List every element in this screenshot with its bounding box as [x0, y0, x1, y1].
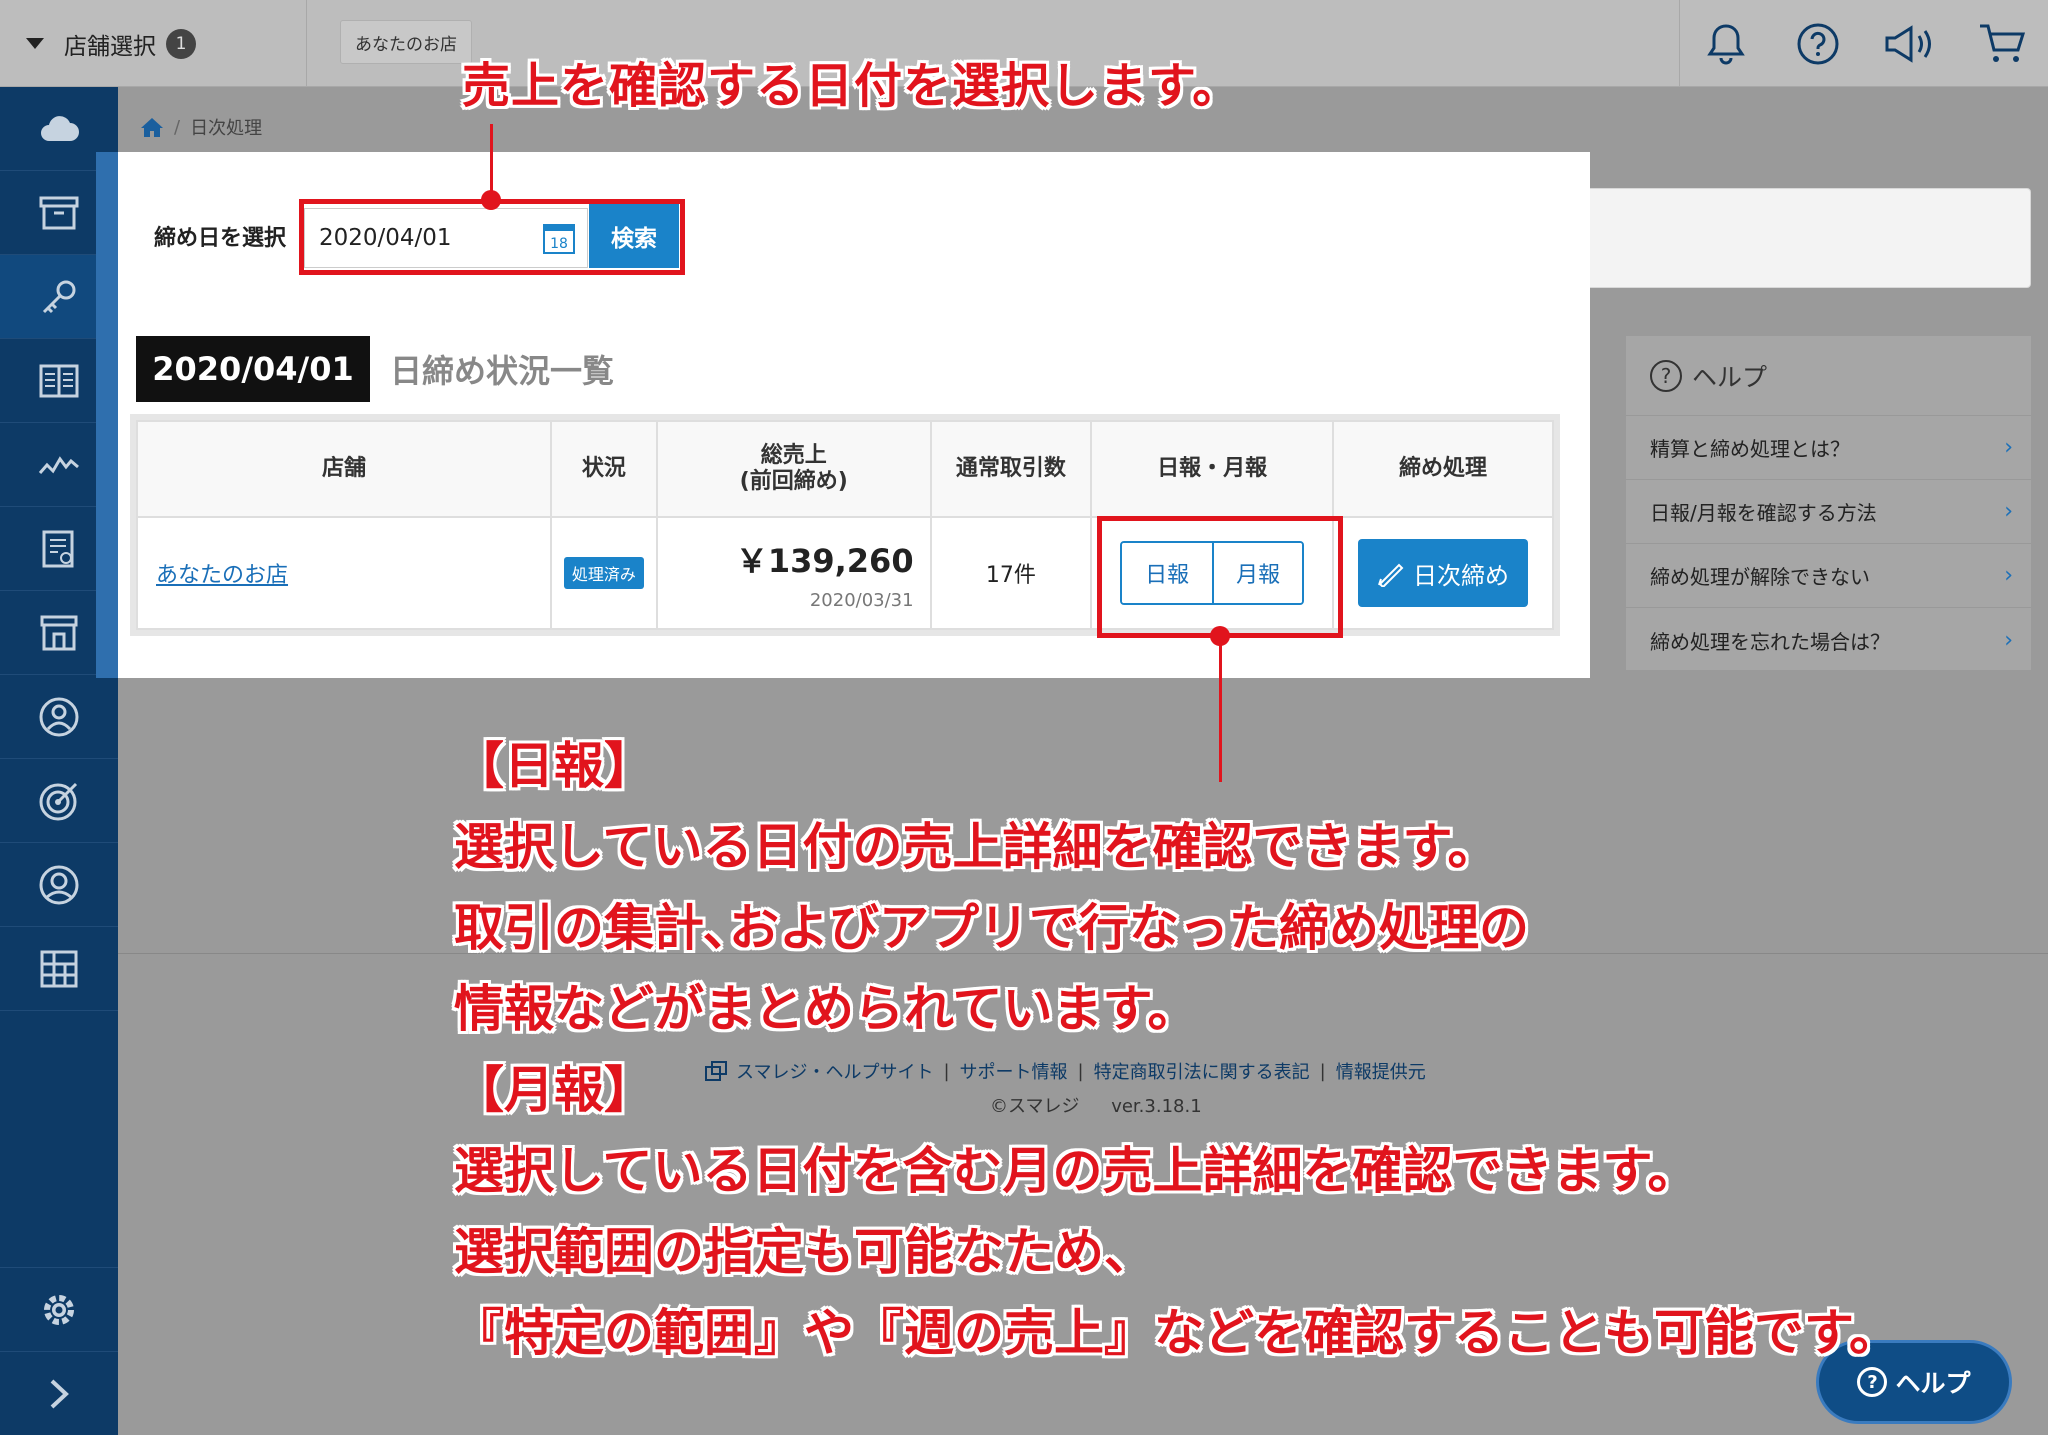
section-title: 日締め状況一覧 — [390, 352, 615, 390]
key-icon — [42, 280, 76, 313]
store-name-link[interactable]: あなたのお店 — [135, 516, 553, 630]
header-closing: 締め処理 — [1332, 420, 1554, 518]
sales-amount: ￥139,260 — [735, 541, 914, 580]
annotation-line: 選択範囲の指定も可能なため、 — [454, 1223, 1154, 1281]
chevron-right-icon: › — [2004, 627, 2013, 653]
annotation-line: 取引の集計､およびアプリで行なった締め処理の — [454, 899, 1529, 957]
annotation-line: 選択している日付を含む月の売上詳細を確認できます。 — [454, 1142, 1698, 1200]
help-item[interactable]: 締め処理を忘れた場合は？ › — [1626, 608, 2031, 672]
pen-icon — [1378, 563, 1404, 587]
annotation-line: 選択している日付の売上詳細を確認できます。 — [454, 818, 1498, 876]
archive-box-icon — [39, 196, 79, 229]
breadcrumb: / 日次処理 — [140, 114, 262, 140]
sidebar-expand-button[interactable] — [0, 1351, 118, 1435]
store-icon — [40, 615, 78, 650]
grid-icon — [40, 950, 78, 987]
store-select-dropdown[interactable]: 店舗選択 1 — [0, 0, 307, 87]
date-callout-dot — [481, 190, 501, 210]
header-store: 店舗 — [135, 420, 553, 518]
top-icon-group — [1679, 0, 2048, 87]
help-panel: ? ヘルプ 精算と締め処理とは？ › 日報/月報を確認する方法 › 締め処理が解除で… — [1626, 336, 2031, 670]
closing-date-label: 締め日を選択 — [154, 226, 287, 251]
chevron-right-icon: › — [2004, 499, 2013, 524]
status-badge: 処理済み — [563, 557, 644, 589]
breadcrumb-current: 日次処理 — [190, 118, 263, 139]
help-panel-title-text: ヘルプ — [1692, 362, 1768, 392]
line-chart-icon — [38, 455, 79, 474]
annotation-line: 『特定の範囲』や『週の売上』などを確認することも可能です。 — [454, 1304, 1899, 1362]
report-callout-dot — [1210, 626, 1230, 646]
header-status: 状況 — [550, 420, 658, 518]
sidebar-bottom — [0, 1267, 118, 1435]
table-header-row: 店舗 状況 総売上 (前回締め) 通常取引数 日報・月報 締め処理 — [135, 420, 1554, 518]
annotation-line: 【日報】 — [454, 737, 654, 795]
daily-close-button[interactable]: 日次締め — [1358, 539, 1529, 607]
previous-closing-date: 2020/03/31 — [809, 589, 914, 611]
book-icon — [39, 364, 79, 397]
store-count-badge: 1 — [166, 28, 196, 59]
help-item-label: 精算と締め処理とは？ — [1650, 437, 1850, 461]
spotlight-edge — [96, 152, 118, 678]
sidebar-item-apps[interactable] — [0, 927, 118, 1011]
cart-icon[interactable] — [1956, 0, 2048, 87]
header-sales: 総売上 (前回締め) — [655, 420, 932, 518]
sidebar-item-target[interactable] — [0, 759, 118, 843]
status-cell: 処理済み — [550, 516, 658, 630]
annotation-line: 【月報】 — [454, 1061, 654, 1119]
annotation-report-explanation: 【日報】 選択している日付の売上詳細を確認できます。 取引の集計､およびアプリで… — [454, 726, 1899, 1374]
help-floating-label: ヘルプ — [1895, 1369, 1971, 1398]
help-panel-title: ? ヘルプ — [1626, 336, 2031, 416]
help-item[interactable]: 締め処理が解除できない › — [1626, 544, 2031, 608]
megaphone-icon[interactable] — [1864, 0, 1956, 87]
help-item-label: 日報/月報を確認する方法 — [1650, 501, 1877, 525]
home-icon[interactable] — [140, 116, 164, 138]
bell-icon[interactable] — [1680, 0, 1772, 87]
chevron-right-icon: › — [2004, 563, 2013, 588]
help-question-icon: ? — [1650, 359, 1682, 392]
header-sales-line1: 総売上 — [760, 442, 827, 468]
breadcrumb-separator: / — [174, 116, 181, 138]
sales-cell: ￥139,260 2020/03/31 — [655, 516, 932, 630]
daily-close-label: 日次締め — [1413, 561, 1510, 590]
question-icon[interactable] — [1772, 0, 1864, 87]
target-icon — [39, 782, 78, 820]
chevron-right-icon — [50, 1379, 69, 1408]
section-date-badge: 2020/04/01 — [136, 336, 370, 402]
sidebar-item-settings[interactable] — [0, 1267, 118, 1351]
header-reports: 日報・月報 — [1090, 420, 1335, 518]
help-item[interactable]: 日報/月報を確認する方法 › — [1626, 480, 2031, 544]
annotation-line: 情報などがまとめられています。 — [454, 980, 1198, 1038]
sidebar-item-users[interactable] — [0, 843, 118, 927]
header-sales-line2: (前回締め) — [739, 469, 848, 494]
caret-down-icon — [26, 38, 44, 49]
sidebar-item-members[interactable] — [0, 675, 118, 759]
date-highlight-box — [299, 199, 685, 275]
report-icon — [42, 530, 74, 567]
header-count: 通常取引数 — [929, 420, 1093, 518]
help-item[interactable]: 精算と締め処理とは？ › — [1626, 416, 2031, 480]
chevron-right-icon: › — [2004, 435, 2013, 460]
transaction-count: 17件 — [929, 516, 1093, 630]
store-select-label: 店舗選択 — [64, 33, 156, 60]
user-circle-icon — [39, 865, 79, 904]
report-highlight-box — [1097, 516, 1343, 638]
help-item-label: 締め処理が解除できない — [1650, 565, 1870, 589]
gear-icon — [44, 1294, 74, 1325]
closing-cell: 日次締め — [1332, 516, 1554, 630]
help-item-label: 締め処理を忘れた場合は？ — [1650, 629, 1890, 654]
cloud-icon — [41, 115, 79, 141]
person-circle-icon — [39, 697, 79, 736]
date-callout-line — [490, 124, 493, 200]
store-tab[interactable]: あなたのお店 — [340, 20, 472, 64]
annotation-date-instruction: 売上を確認する日付を選択します。 — [462, 58, 1242, 114]
